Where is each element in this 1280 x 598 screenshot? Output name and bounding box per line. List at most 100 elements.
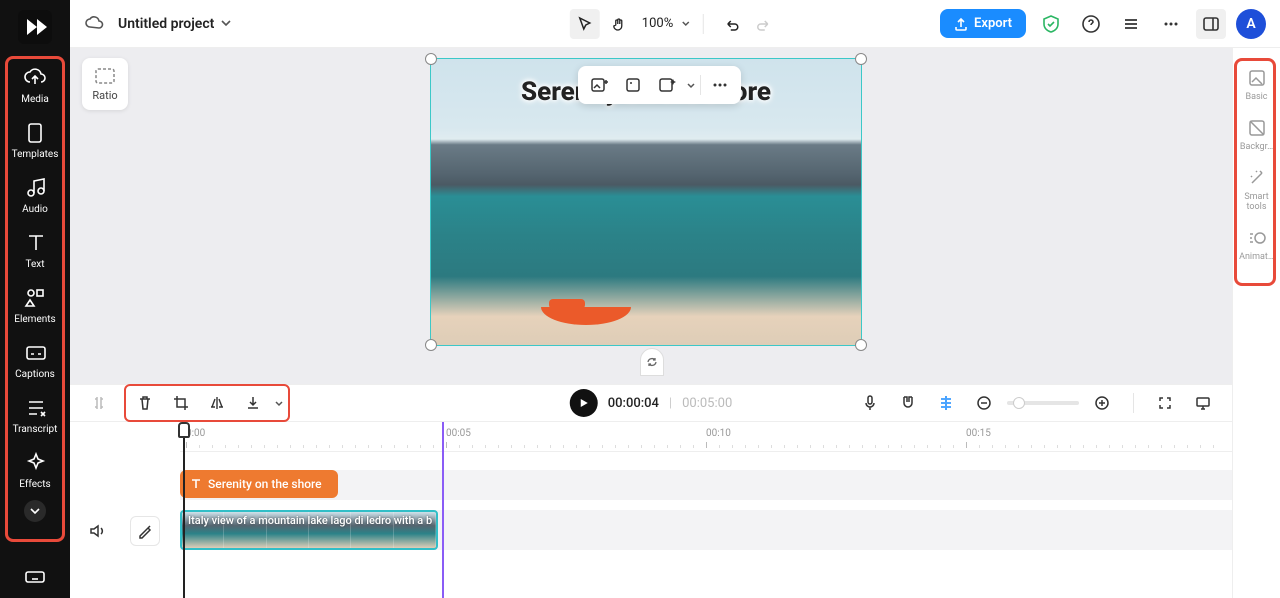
sidebar-item-label: Media bbox=[21, 94, 49, 105]
split-icon bbox=[90, 394, 108, 412]
timeline-ruler[interactable]: 0:0000:0500:1000:15 bbox=[180, 422, 1232, 452]
edit-track-button[interactable] bbox=[130, 516, 160, 546]
rp-item-animation[interactable]: Animat… bbox=[1237, 220, 1277, 270]
ruler-minor-tick bbox=[667, 445, 668, 448]
cloud-icon bbox=[84, 12, 104, 32]
pointer-tool-button[interactable] bbox=[570, 9, 600, 39]
project-title[interactable]: Untitled project bbox=[118, 16, 214, 32]
mute-track-button[interactable] bbox=[84, 520, 110, 542]
wand-icon bbox=[1247, 168, 1267, 188]
resize-handle[interactable] bbox=[855, 53, 867, 65]
export-button[interactable]: Export bbox=[940, 9, 1026, 38]
sidebar-item-effects[interactable]: Effects bbox=[5, 441, 65, 496]
play-button[interactable] bbox=[570, 389, 598, 417]
ruler-minor-tick bbox=[459, 445, 460, 448]
question-icon bbox=[1081, 14, 1101, 34]
undo-icon bbox=[723, 16, 739, 32]
text-clip[interactable]: Serenity on the shore bbox=[180, 470, 338, 498]
rp-item-background[interactable]: Backgr… bbox=[1237, 110, 1277, 160]
shield-check-icon bbox=[1041, 14, 1061, 34]
rp-label: Smart tools bbox=[1237, 192, 1277, 212]
undo-button[interactable] bbox=[716, 9, 746, 39]
resize-handle[interactable] bbox=[425, 339, 437, 351]
crop-button[interactable] bbox=[166, 388, 196, 418]
split-button[interactable] bbox=[84, 388, 114, 418]
project-title-dropdown[interactable] bbox=[220, 14, 232, 33]
avatar[interactable]: A bbox=[1236, 9, 1266, 39]
help-button[interactable] bbox=[1076, 9, 1106, 39]
magnet-button[interactable] bbox=[893, 388, 923, 418]
ruler-minor-tick bbox=[342, 445, 343, 448]
ruler-minor-tick bbox=[381, 445, 382, 448]
timeline-zoom-slider[interactable] bbox=[1007, 401, 1079, 405]
download-button[interactable] bbox=[238, 388, 268, 418]
security-button[interactable] bbox=[1036, 9, 1066, 39]
slider-knob[interactable] bbox=[1013, 397, 1025, 409]
zoom-out-button[interactable] bbox=[969, 388, 999, 418]
crop-media-button[interactable] bbox=[618, 70, 648, 100]
track-controls-column bbox=[70, 452, 180, 598]
timeline: 0:0000:0500:1000:15 Serenity on the shor… bbox=[70, 422, 1232, 598]
ruler-minor-tick bbox=[1031, 445, 1032, 448]
sidebar-more-button[interactable] bbox=[24, 500, 46, 522]
playhead-handle[interactable] bbox=[178, 422, 190, 438]
resize-handle[interactable] bbox=[855, 339, 867, 351]
sidebar-item-media[interactable]: Media bbox=[5, 56, 65, 111]
ruler-minor-tick bbox=[654, 445, 655, 448]
ruler-minor-tick bbox=[1148, 445, 1149, 448]
sidebar-item-audio[interactable]: Audio bbox=[5, 166, 65, 221]
separator bbox=[700, 75, 701, 95]
playhead[interactable] bbox=[442, 422, 444, 598]
music-icon bbox=[24, 176, 46, 198]
sidebar-item-transcript[interactable]: Transcript bbox=[5, 386, 65, 441]
hand-tool-button[interactable] bbox=[604, 9, 634, 39]
track-align-button[interactable] bbox=[931, 388, 961, 418]
download-dropdown[interactable] bbox=[274, 394, 284, 413]
media-ai-button[interactable] bbox=[652, 70, 682, 100]
ruler-minor-tick bbox=[563, 445, 564, 448]
redo-button[interactable] bbox=[750, 9, 780, 39]
zoom-dropdown[interactable] bbox=[681, 14, 691, 33]
sidebar-item-templates[interactable]: Templates bbox=[5, 111, 65, 166]
image-crop-icon bbox=[624, 76, 642, 94]
toggle-panels-button[interactable] bbox=[1196, 9, 1226, 39]
more-button[interactable] bbox=[1156, 9, 1186, 39]
ruler-minor-tick bbox=[914, 445, 915, 448]
delete-button[interactable] bbox=[130, 388, 160, 418]
restore-handle[interactable] bbox=[640, 348, 664, 376]
canvas-zoom[interactable]: 100% bbox=[642, 16, 673, 31]
canvas-more-button[interactable] bbox=[705, 70, 735, 100]
start-marker[interactable] bbox=[183, 422, 185, 598]
rp-item-smart-tools[interactable]: Smart tools bbox=[1237, 160, 1277, 220]
video-clip[interactable]: Italy view of a mountain lake lago di le… bbox=[180, 510, 438, 550]
resize-handle[interactable] bbox=[425, 53, 437, 65]
ruler-minor-tick bbox=[888, 445, 889, 448]
fit-timeline-button[interactable] bbox=[1150, 388, 1180, 418]
export-icon bbox=[954, 17, 968, 31]
ruler-minor-tick bbox=[290, 445, 291, 448]
ruler-minor-tick bbox=[901, 445, 902, 448]
voiceover-button[interactable] bbox=[855, 388, 885, 418]
background-icon bbox=[1247, 118, 1267, 138]
cloud-sync-button[interactable] bbox=[84, 12, 104, 36]
tutorial-highlight-clip-tools bbox=[124, 384, 290, 422]
ratio-button[interactable]: Ratio bbox=[82, 58, 128, 110]
keyboard-shortcuts-button[interactable] bbox=[20, 564, 50, 590]
ruler-minor-tick bbox=[1044, 445, 1045, 448]
timeline-toolbar: 00:00:04 | 00:05:00 bbox=[70, 384, 1232, 422]
sidebar-item-elements[interactable]: Elements bbox=[5, 276, 65, 331]
replace-media-button[interactable] bbox=[584, 70, 614, 100]
rp-item-basic[interactable]: Basic bbox=[1237, 60, 1277, 110]
ruler-minor-tick bbox=[1018, 445, 1019, 448]
sidebar-item-text[interactable]: Text bbox=[5, 221, 65, 276]
mirror-button[interactable] bbox=[202, 388, 232, 418]
trash-icon bbox=[137, 395, 153, 411]
sidebar-item-captions[interactable]: Captions bbox=[5, 331, 65, 386]
history-button[interactable] bbox=[1116, 9, 1146, 39]
timeline-toolbar-right bbox=[855, 388, 1218, 418]
captions-icon bbox=[24, 341, 46, 363]
ruler-minor-tick bbox=[420, 445, 421, 448]
media-ai-dropdown[interactable] bbox=[686, 76, 696, 95]
zoom-in-button[interactable] bbox=[1087, 388, 1117, 418]
preview-mode-button[interactable] bbox=[1188, 388, 1218, 418]
